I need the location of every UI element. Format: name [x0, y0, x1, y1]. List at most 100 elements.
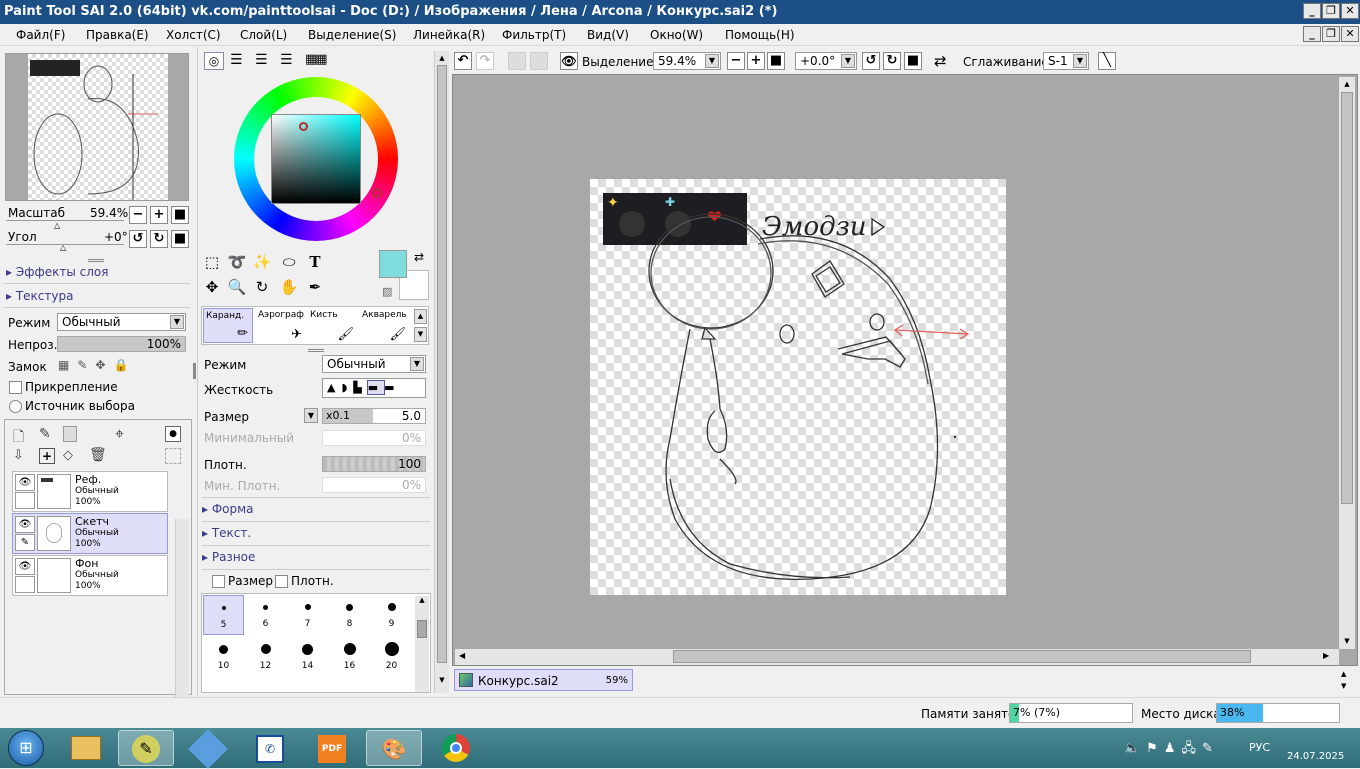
hand-tool-icon[interactable]: ✋ — [278, 276, 300, 298]
menu-filter[interactable]: Фильтр(T) — [502, 28, 566, 42]
panel-splitter[interactable] — [88, 259, 104, 262]
eyedropper-icon[interactable]: ✒ — [304, 276, 326, 298]
chevron-right-icon[interactable]: ▶ — [1323, 651, 1329, 660]
canvas-viewport[interactable]: ✦ ✚ ❤ Эмодзи ▲ ▼ ◀ ▶ — [452, 74, 1358, 666]
brush-size-preset[interactable]: 6 — [245, 595, 286, 635]
rotate-ccw-button[interactable]: ↺ — [862, 52, 880, 70]
taskbar-explorer[interactable] — [58, 730, 114, 766]
chevron-down-icon[interactable]: ▼ — [1339, 634, 1355, 648]
layer-misc-icon[interactable] — [165, 448, 181, 464]
canvas-zoom-in-button[interactable]: + — [747, 52, 765, 70]
brush-size-preset[interactable]: 7 — [287, 595, 328, 635]
scrollbar-thumb[interactable] — [437, 65, 447, 663]
taskbar-pdf[interactable]: PDF — [304, 730, 360, 766]
document-tab[interactable]: Конкурс.sai2 59% — [454, 669, 633, 691]
transparent-color-icon[interactable]: ▨ — [382, 285, 392, 298]
layer-item-ref[interactable]: 👁 Реф. Обычный 100% — [12, 471, 168, 512]
taskbar-sai[interactable]: ✎ — [118, 730, 174, 766]
tool-airbrush[interactable]: Аэрограф ✈ — [256, 308, 306, 343]
canvas-zoom-out-button[interactable]: − — [727, 52, 745, 70]
clipping-checkbox[interactable] — [9, 381, 22, 394]
blend-mode-select[interactable]: Обычный ▼ — [57, 313, 186, 331]
canvas-zoom-select[interactable]: 59.4% ▼ — [653, 52, 721, 70]
merge-down-icon[interactable]: ⇩ — [13, 448, 24, 463]
scrollbar-thumb[interactable] — [1341, 92, 1353, 504]
rotate-cw-button[interactable]: ↻ — [883, 52, 901, 70]
smoothing-select[interactable]: S-1 ▼ — [1043, 52, 1089, 70]
text-tool-icon[interactable]: T — [304, 251, 326, 273]
canvas-document[interactable]: ✦ ✚ ❤ Эмодзи — [590, 179, 1006, 595]
doc-minimize-button[interactable]: _ — [1303, 26, 1321, 42]
menu-file[interactable]: Файл(F) — [16, 28, 65, 42]
color-wheel-tab-icon[interactable]: ◎ — [204, 52, 224, 70]
close-button[interactable]: ✕ — [1341, 3, 1359, 19]
chevron-left-icon[interactable]: ◀ — [459, 651, 465, 660]
pencil-icon[interactable]: ✎ — [15, 534, 35, 551]
color-wheel[interactable] — [234, 77, 398, 241]
brush-size-preset[interactable]: 5 — [203, 595, 244, 635]
canvas-vertical-scrollbar[interactable]: ▲ ▼ — [1339, 77, 1355, 649]
primary-color-swatch[interactable] — [379, 250, 407, 278]
shape-tool-icon[interactable]: ⬭ — [278, 251, 300, 273]
brush-size-preset[interactable]: 8 — [329, 595, 370, 635]
taskbar-chrome[interactable] — [428, 730, 484, 766]
undo-button[interactable]: ↶ — [454, 52, 472, 70]
invert-selection-button[interactable] — [530, 52, 548, 70]
eye-icon[interactable]: 👁 — [15, 474, 35, 491]
chevron-up-icon[interactable]: ▲ — [1339, 77, 1355, 91]
new-layer-icon[interactable]: 🗋 — [13, 426, 24, 450]
tab-scroll-arrows[interactable]: ▲ ▼ — [1341, 668, 1346, 692]
left-panel-splitter[interactable] — [193, 363, 196, 379]
min-density-slider[interactable]: 0% — [322, 477, 426, 493]
canvas-zoom-reset-button[interactable]: ■ — [767, 52, 785, 70]
sv-picker-handle[interactable] — [299, 122, 308, 131]
taskbar-paint[interactable]: 🎨 — [366, 730, 422, 766]
zoom-slider[interactable] — [6, 220, 124, 221]
menu-window[interactable]: Окно(W) — [650, 28, 703, 42]
min-size-slider[interactable]: 0% — [322, 430, 426, 446]
brush-size-preset[interactable]: 20 — [371, 637, 412, 677]
brush-mode-select[interactable]: Обычный ▼ — [322, 355, 426, 373]
rgb-sliders-tab-icon[interactable]: ☰ — [230, 52, 243, 68]
brush-size-preset[interactable]: 16 — [329, 637, 370, 677]
canvas-angle-select[interactable]: +0.0° ▼ — [795, 52, 857, 70]
hsv-sliders-tab-icon[interactable]: ☰ — [255, 52, 268, 68]
chevron-down-icon[interactable]: ▼ — [435, 673, 449, 687]
layer-edit-slot[interactable] — [15, 576, 35, 593]
new-vector-layer-icon[interactable]: ✎ — [39, 426, 51, 442]
taskbar-date[interactable]: 24.07.2025 — [1287, 751, 1344, 762]
scrollbar-thumb[interactable] — [673, 650, 1251, 663]
size-preset-checkbox[interactable] — [212, 575, 225, 588]
texture-header[interactable]: ▸ Текстура — [6, 289, 73, 303]
size-slider[interactable]: x0.1 5.0 — [322, 408, 426, 424]
deselect-button[interactable] — [508, 52, 526, 70]
selection-source-radio[interactable] — [9, 400, 22, 413]
menu-canvas[interactable]: Холст(C) — [166, 28, 221, 42]
chevron-up-icon[interactable]: ▲ — [414, 309, 427, 324]
swatches-tab-icon[interactable]: ☰ — [280, 52, 293, 68]
eraser-layer-icon[interactable]: ◇ — [63, 448, 73, 463]
eye-icon[interactable]: 👁 — [560, 52, 578, 70]
panel-splitter[interactable] — [308, 349, 324, 352]
brush-size-preset[interactable]: 12 — [245, 637, 286, 677]
tool-pencil[interactable]: Каранд. ✏ — [203, 308, 253, 343]
eye-icon[interactable]: 👁 — [15, 558, 35, 575]
hardness-selector[interactable]: ▲◗▙▬▬ — [322, 378, 426, 398]
density-slider[interactable]: 100 — [322, 456, 426, 472]
zoom-slider-handle[interactable]: △ — [54, 221, 60, 230]
layer-mask-icon[interactable]: ● — [165, 426, 181, 442]
rotate-reset-button[interactable]: ■ — [904, 52, 922, 70]
taskbar-app-4[interactable]: ✆ — [242, 730, 298, 766]
new-folder-icon[interactable] — [63, 426, 77, 442]
doc-close-button[interactable]: ✕ — [1341, 26, 1359, 42]
density-preset-checkbox[interactable] — [275, 575, 288, 588]
eye-icon[interactable]: 👁 — [15, 516, 35, 533]
menu-ruler[interactable]: Линейка(R) — [413, 28, 485, 42]
start-button[interactable]: ⊞ — [8, 730, 44, 766]
move-tool-icon[interactable]: ✥ — [201, 276, 223, 298]
lock-icons[interactable]: ▦✎✥🔒 — [58, 358, 136, 372]
opacity-slider[interactable]: 100% — [57, 336, 186, 352]
chevron-up-icon[interactable]: ▲ — [415, 596, 429, 604]
layer-effects-header[interactable]: ▸ Эффекты слоя — [6, 265, 108, 279]
trash-icon[interactable]: 🗑 — [89, 447, 107, 463]
